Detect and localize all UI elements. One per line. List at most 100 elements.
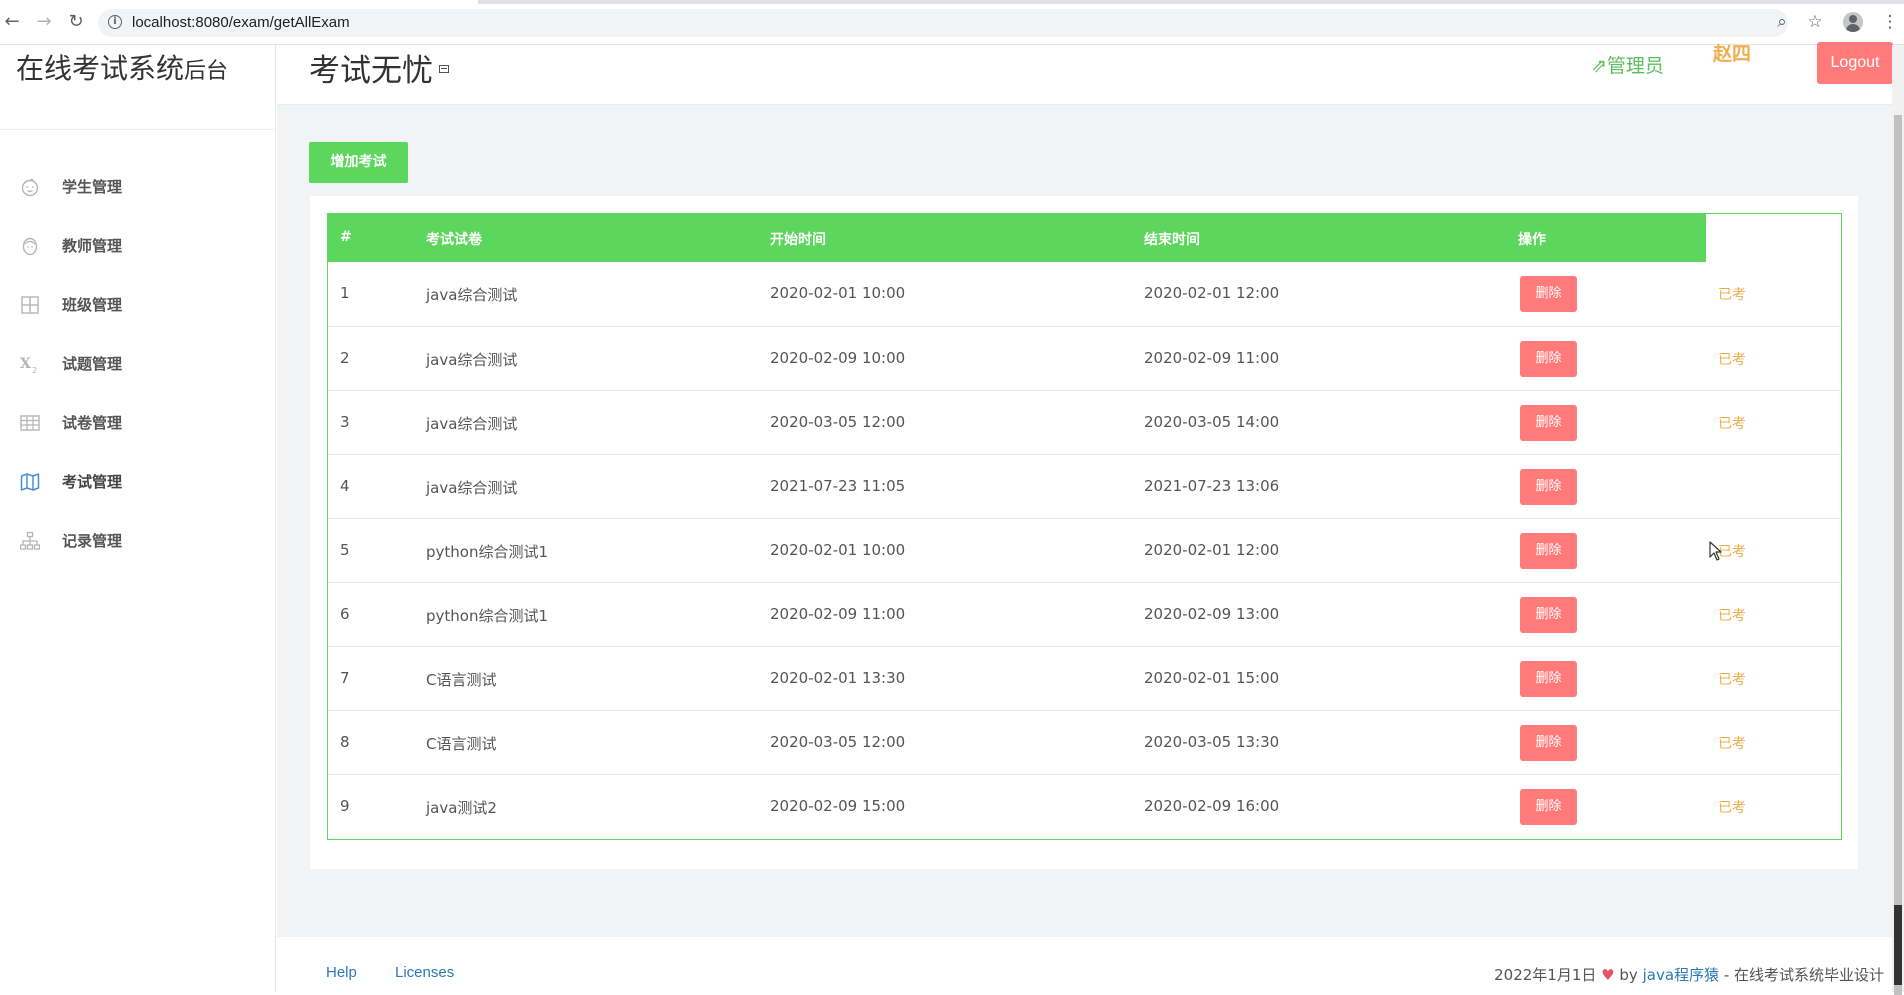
exam-taken-link[interactable]: 已考: [1718, 669, 1746, 689]
sidebar-item-label: 试卷管理: [62, 414, 123, 432]
cell-paper: python综合测试1: [426, 607, 549, 625]
scrollbar-thumb-active[interactable]: [1894, 905, 1902, 985]
cell-start-time: 2020-02-01 10:00: [770, 284, 906, 302]
forward-icon[interactable]: →: [34, 12, 54, 32]
exam-taken-link[interactable]: 已考: [1718, 733, 1746, 753]
exam-table-card: # 考试试卷 开始时间 结束时间 操作 1 java综合测试 2020-02-01 …: [310, 196, 1858, 869]
mouse-cursor-icon: [1709, 541, 1722, 561]
cell-paper: java综合测试: [426, 351, 518, 369]
sidebar-item-question[interactable]: X2 试题管理: [0, 344, 276, 384]
table-row: 9 java测试2 2020-02-09 15:00 2020-02-09 16:00…: [328, 774, 1843, 838]
face-icon: [20, 236, 40, 256]
cell-index: 2: [340, 349, 350, 367]
exam-taken-link[interactable]: 已考: [1718, 413, 1746, 433]
cell-paper: java综合测试: [426, 286, 518, 304]
delete-button[interactable]: 删除: [1520, 661, 1577, 697]
role-label: ⇗管理员: [1591, 51, 1664, 78]
url-text[interactable]: localhost:8080/exam/getAllExam: [132, 14, 350, 31]
cell-end-time: 2020-02-01 12:00: [1144, 284, 1280, 302]
delete-button[interactable]: 删除: [1520, 469, 1577, 505]
sidebar-item-record[interactable]: 记录管理: [0, 521, 276, 561]
delete-button[interactable]: 删除: [1520, 341, 1577, 377]
sidebar: 在线考试系统后台 学生管理 教师管理 班级管理 X2 试题管理 试卷管理 考试管…: [0, 45, 276, 992]
delete-button[interactable]: 删除: [1520, 276, 1577, 312]
add-exam-button[interactable]: 增加考试: [309, 142, 408, 183]
sidebar-item-class[interactable]: 班级管理: [0, 285, 276, 325]
column-header-end: 结束时间: [1144, 232, 1200, 248]
cell-index: 5: [340, 541, 350, 559]
cell-paper: C语言测试: [426, 735, 497, 753]
table-row: 6 python综合测试1 2020-02-09 11:00 2020-02-09 1…: [328, 582, 1843, 646]
cell-end-time: 2020-02-09 13:00: [1144, 605, 1280, 623]
table-row: 5 python综合测试1 2020-02-01 10:00 2020-02-01 1…: [328, 518, 1843, 582]
table-header: # 考试试卷 开始时间 结束时间 操作: [328, 214, 1706, 262]
browser-menu-icon[interactable]: ⋮: [1880, 12, 1900, 32]
cell-end-time: 2020-02-09 16:00: [1144, 797, 1280, 815]
profile-icon[interactable]: [1843, 12, 1863, 32]
exam-taken-link[interactable]: 已考: [1718, 797, 1746, 817]
sitemap-icon: [19, 531, 41, 551]
role-arrow-icon: ⇗: [1591, 55, 1607, 77]
cell-start-time: 2020-03-05 12:00: [770, 413, 906, 431]
exam-taken-link[interactable]: 已考: [1718, 349, 1746, 369]
cell-start-time: 2021-07-23 11:05: [770, 477, 906, 495]
table-row: 7 C语言测试 2020-02-01 13:30 2020-02-01 15:00 删除…: [328, 646, 1843, 710]
cell-start-time: 2020-02-01 13:30: [770, 669, 906, 687]
cell-end-time: 2020-03-05 13:30: [1144, 733, 1280, 751]
delete-button[interactable]: 删除: [1520, 405, 1577, 441]
sidebar-item-teacher[interactable]: 教师管理: [0, 226, 276, 266]
cell-paper: python综合测试1: [426, 543, 549, 561]
page-scrollbar[interactable]: [1892, 45, 1904, 995]
help-link[interactable]: Help: [326, 964, 357, 981]
subscript-icon: X2: [20, 354, 40, 375]
brand-main: 在线考试系统: [16, 52, 185, 85]
column-header-actions: 操作: [1518, 232, 1546, 248]
cell-start-time: 2020-02-01 10:00: [770, 541, 906, 559]
cell-end-time: 2020-02-09 11:00: [1144, 349, 1280, 367]
logout-button[interactable]: Logout: [1817, 42, 1893, 84]
heart-icon: ♥: [1601, 966, 1615, 984]
reload-icon[interactable]: ↻: [66, 12, 86, 32]
cell-start-time: 2020-03-05 12:00: [770, 733, 906, 751]
back-icon[interactable]: ←: [2, 12, 22, 32]
address-bar[interactable]: i localhost:8080/exam/getAllExam: [98, 9, 1788, 37]
scrollbar-thumb[interactable]: [1894, 115, 1902, 995]
licenses-link[interactable]: Licenses: [395, 964, 454, 981]
svg-text:X: X: [20, 356, 31, 372]
table-row: 8 C语言测试 2020-03-05 12:00 2020-03-05 13:30 删除…: [328, 710, 1843, 774]
footer-credits: 2022年1月1日 ♥ by java程序猿 - 在线考试系统毕业设计: [1494, 964, 1884, 985]
table-icon: [20, 413, 40, 433]
zoom-icon[interactable]: ⌕: [1772, 12, 1792, 32]
cell-paper: java测试2: [426, 799, 497, 817]
footer-by: by: [1619, 966, 1638, 984]
column-header-index: #: [340, 229, 352, 245]
author-link[interactable]: java程序猿: [1643, 966, 1719, 984]
exam-taken-link[interactable]: 已考: [1718, 284, 1746, 304]
sidebar-item-student[interactable]: 学生管理: [0, 167, 276, 207]
map-icon: [20, 472, 40, 492]
page-title: 考试无忧: [309, 53, 433, 89]
sidebar-item-paper[interactable]: 试卷管理: [0, 403, 276, 443]
bookmark-star-icon[interactable]: ☆: [1805, 12, 1825, 32]
cell-paper: C语言测试: [426, 671, 497, 689]
sidebar-item-label: 教师管理: [62, 237, 123, 255]
cell-index: 8: [340, 733, 350, 751]
sidebar-item-exam[interactable]: 考试管理: [0, 462, 276, 502]
footer-date: 2022年1月1日: [1494, 966, 1597, 984]
site-info-icon[interactable]: i: [108, 15, 122, 29]
cell-paper: java综合测试: [426, 479, 518, 497]
sidebar-item-label: 班级管理: [62, 296, 123, 314]
delete-button[interactable]: 删除: [1520, 789, 1577, 825]
cell-index: 6: [340, 605, 350, 623]
cell-end-time: 2020-03-05 14:00: [1144, 413, 1280, 431]
cell-index: 1: [340, 284, 350, 302]
title-flag-icon: [439, 65, 449, 73]
brand-title: 在线考试系统后台: [16, 47, 266, 87]
svg-text:2: 2: [32, 366, 37, 374]
delete-button[interactable]: 删除: [1520, 725, 1577, 761]
grid-icon: [20, 295, 40, 315]
delete-button[interactable]: 删除: [1520, 533, 1577, 569]
exam-taken-link[interactable]: 已考: [1718, 605, 1746, 625]
footer: Help Licenses 2022年1月1日 ♥ by java程序猿 - 在…: [277, 937, 1892, 992]
delete-button[interactable]: 删除: [1520, 597, 1577, 633]
